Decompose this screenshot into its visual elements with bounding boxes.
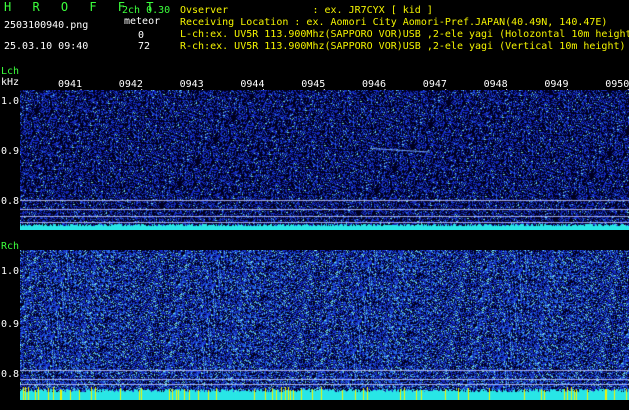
image-filename: 2503100940.png bbox=[4, 20, 89, 31]
capture-datetime: 25.03.10 09:40 bbox=[4, 41, 89, 52]
observer-line: Ovserver : ex. JR7CYX [ kid ] bbox=[180, 5, 433, 16]
lch-meteor-count: 0 bbox=[138, 30, 145, 41]
lch-label: Lch bbox=[1, 66, 20, 77]
rch-tick-0-9: 0.9 bbox=[1, 319, 20, 330]
meteor-label: meteor bbox=[124, 16, 161, 27]
rch-description: R-ch:ex. UV5R 113.900Mhz(SAPPORO VOR)USB… bbox=[180, 41, 626, 52]
lch-tick-0-8: 0.8 bbox=[1, 196, 20, 207]
lch-tick-1-0: 1.0 bbox=[1, 96, 20, 107]
hroft-window: H R O F F T 2503100940.png 25.03.10 09:4… bbox=[0, 0, 629, 410]
rch-spectrogram bbox=[20, 250, 629, 400]
rch-tick-1-0: 1.0 bbox=[1, 266, 20, 277]
rch-label: Rch bbox=[1, 241, 20, 252]
rch-meteor-count: 72 bbox=[138, 41, 151, 52]
lch-spectrogram bbox=[20, 90, 629, 230]
channel-label: 2ch 0.30 bbox=[122, 5, 171, 16]
frequency-unit-label: kHz bbox=[1, 77, 20, 88]
rch-tick-0-8: 0.8 bbox=[1, 369, 20, 380]
lch-tick-0-9: 0.9 bbox=[1, 146, 20, 157]
location-line: Receiving Location : ex. Aomori City Aom… bbox=[180, 17, 608, 28]
lch-description: L-ch:ex. UV5R 113.900Mhz(SAPPORO VOR)USB… bbox=[180, 29, 629, 40]
